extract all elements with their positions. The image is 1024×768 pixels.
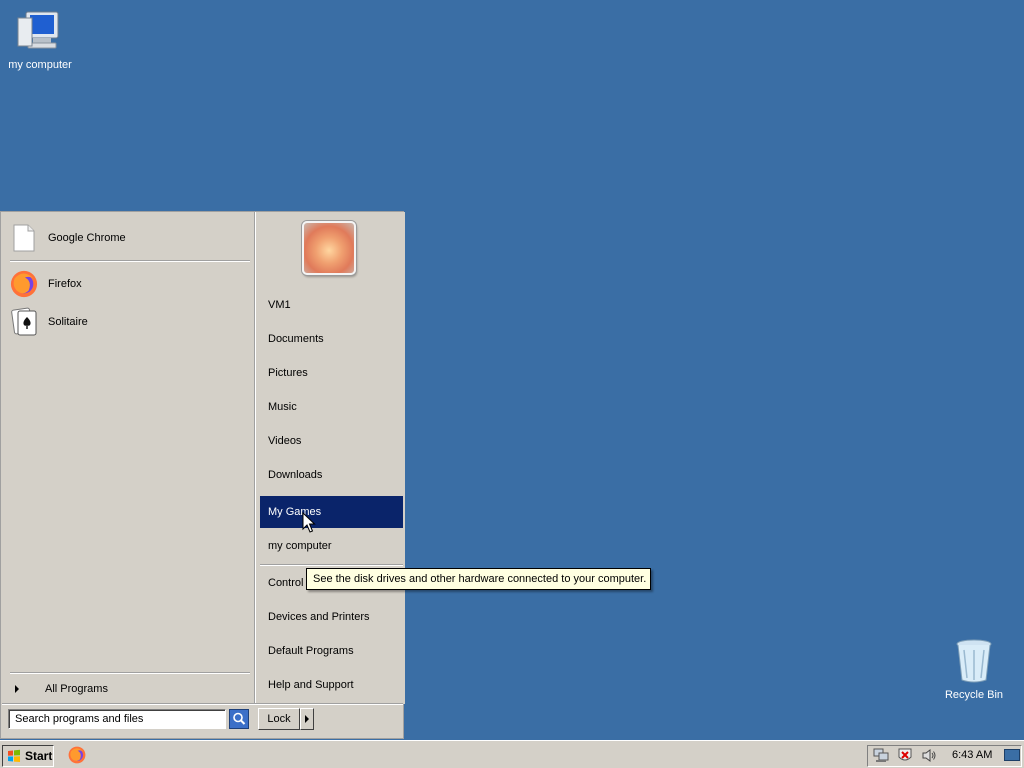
start-item-vm1[interactable]: VM1 (260, 289, 403, 321)
program-label: Google Chrome (48, 232, 126, 244)
firefox-icon (68, 746, 86, 764)
start-item-devices-and-printers[interactable]: Devices and Printers (260, 601, 403, 633)
search-button[interactable] (229, 709, 249, 729)
start-menu-places-pane: VM1 Documents Pictures Music Videos Down… (255, 212, 405, 704)
lock-button[interactable]: Lock (258, 708, 300, 730)
computer-icon (17, 11, 59, 49)
desktop-icon-recycle-bin[interactable]: Recycle Bin (934, 638, 1014, 701)
shutdown-options-button[interactable] (300, 708, 314, 730)
user-avatar[interactable] (302, 221, 356, 275)
item-label: VM1 (268, 299, 291, 311)
all-programs-button[interactable]: All Programs (10, 679, 250, 699)
item-label: my computer (268, 540, 332, 552)
start-program-solitaire[interactable]: Solitaire (10, 305, 250, 339)
desktop-icon-my-computer[interactable]: my computer (0, 10, 80, 71)
desktop-icon-label: my computer (8, 59, 72, 71)
item-label: Default Programs (268, 645, 354, 657)
start-item-default-programs[interactable]: Default Programs (260, 635, 403, 667)
item-label: Downloads (268, 469, 323, 481)
program-label: Firefox (48, 278, 82, 290)
item-label: Pictures (268, 367, 308, 379)
item-label: Documents (268, 333, 324, 345)
start-item-help-and-support[interactable]: Help and Support (260, 669, 403, 701)
search-input[interactable]: Search programs and files (8, 709, 226, 729)
mouse-cursor-icon (302, 512, 316, 533)
start-item-music[interactable]: Music (260, 391, 403, 423)
start-item-documents[interactable]: Documents (260, 323, 403, 355)
start-button[interactable]: Start (2, 745, 54, 767)
desktop-icon-label: Recycle Bin (944, 689, 1004, 701)
separator (260, 564, 403, 566)
start-item-videos[interactable]: Videos (260, 425, 403, 457)
clock[interactable]: 6:43 AM (952, 749, 992, 761)
separator (2, 703, 403, 705)
item-label: Devices and Printers (268, 611, 370, 623)
chevron-right-icon (305, 715, 309, 723)
recycle-bin-icon (956, 639, 992, 683)
start-program-firefox[interactable]: Firefox (10, 267, 250, 301)
taskbar-firefox-button[interactable] (68, 746, 88, 766)
start-label: Start (25, 749, 53, 763)
start-item-my-games[interactable]: My Games (260, 496, 403, 528)
network-icon[interactable] (873, 748, 889, 766)
volume-icon[interactable] (921, 748, 937, 766)
chevron-right-icon (15, 685, 19, 693)
taskbar: Start 6:43 AM (0, 740, 1024, 768)
system-tray (867, 745, 1022, 767)
program-label: Solitaire (48, 316, 88, 328)
start-menu-programs-pane: Google Chrome Firefox Solitaire All Prog… (2, 213, 254, 703)
start-item-pictures[interactable]: Pictures (260, 357, 403, 389)
windows-flag-icon (8, 749, 20, 762)
security-alert-icon[interactable] (897, 748, 913, 766)
show-desktop-button[interactable] (1004, 749, 1020, 761)
start-item-my-computer[interactable]: my computer (260, 530, 403, 562)
search-icon (233, 712, 246, 725)
firefox-icon (10, 270, 38, 298)
separator (10, 672, 250, 674)
tooltip: See the disk drives and other hardware c… (306, 568, 651, 590)
start-program-google-chrome[interactable]: Google Chrome (10, 221, 250, 255)
separator (10, 260, 250, 262)
item-label: Help and Support (268, 679, 354, 691)
item-label: Videos (268, 435, 302, 447)
item-label: Music (268, 401, 297, 413)
start-menu: Google Chrome Firefox Solitaire All Prog… (0, 211, 405, 739)
blank-document-icon (10, 224, 38, 252)
start-item-downloads[interactable]: Downloads (260, 459, 403, 491)
all-programs-label: All Programs (45, 683, 108, 695)
solitaire-icon (10, 307, 38, 336)
